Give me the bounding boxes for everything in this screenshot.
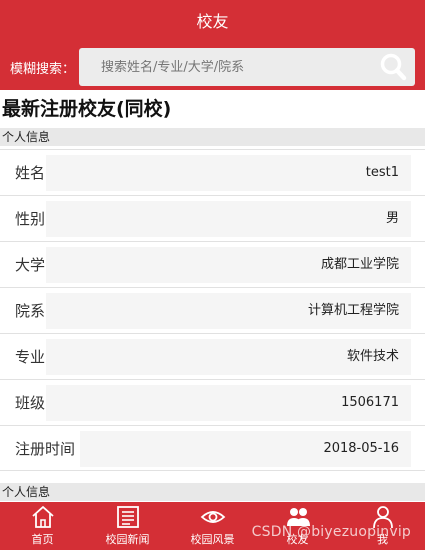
search-icon[interactable]	[379, 53, 407, 81]
section-header-2: 个人信息	[0, 483, 425, 501]
tab-label: 校园新闻	[105, 533, 150, 546]
info-list: 姓名 test1 性别 男 大学 成都工业学院 院系 计算机工程学院 专业 软件…	[0, 149, 425, 471]
tab-label: 首页	[31, 533, 54, 546]
header-title: 校友	[196, 12, 229, 31]
info-row-university: 大学 成都工业学院	[0, 241, 425, 287]
info-value: 2018-05-16	[80, 431, 411, 467]
search-label: 模糊搜索：	[10, 61, 76, 77]
search-box[interactable]	[79, 48, 415, 86]
info-value: 软件技术	[46, 339, 411, 375]
page-title: 最新注册校友(同校)	[0, 90, 425, 128]
info-value: 1506171	[46, 385, 411, 421]
home-icon	[31, 506, 54, 528]
info-row-department: 院系 计算机工程学院	[0, 287, 425, 333]
watermark: CSDN @biyezuopinvip	[251, 524, 411, 540]
info-label: 注册时间	[15, 439, 76, 458]
info-value: 成都工业学院	[46, 247, 411, 283]
info-row-class: 班级 1506171	[0, 379, 425, 425]
info-row-gender: 性别 男	[0, 195, 425, 241]
info-label: 大学	[15, 256, 46, 274]
eye-icon	[200, 511, 225, 523]
news-icon	[116, 506, 139, 528]
section-header: 个人信息	[0, 128, 425, 146]
info-value: 男	[46, 201, 411, 237]
info-value: test1	[46, 155, 411, 191]
info-label: 姓名	[15, 164, 46, 182]
search-input[interactable]	[101, 59, 362, 75]
tab-home[interactable]: 首页	[0, 502, 85, 550]
info-row-name: 姓名 test1	[0, 149, 425, 195]
info-label: 院系	[15, 302, 46, 320]
tab-campus-scenery[interactable]: 校园风景	[170, 502, 255, 550]
info-label: 性别	[15, 210, 46, 228]
app-header: 校友	[0, 0, 425, 44]
info-row-register-time: 注册时间 2018-05-16	[0, 425, 425, 471]
info-value: 计算机工程学院	[46, 293, 411, 329]
tab-label: 校园风景	[190, 533, 235, 546]
tab-campus-news[interactable]: 校园新闻	[85, 502, 170, 550]
info-label: 班级	[15, 394, 46, 412]
search-bar: 模糊搜索：	[0, 44, 425, 90]
info-label: 专业	[15, 348, 46, 366]
info-row-major: 专业 软件技术	[0, 333, 425, 379]
